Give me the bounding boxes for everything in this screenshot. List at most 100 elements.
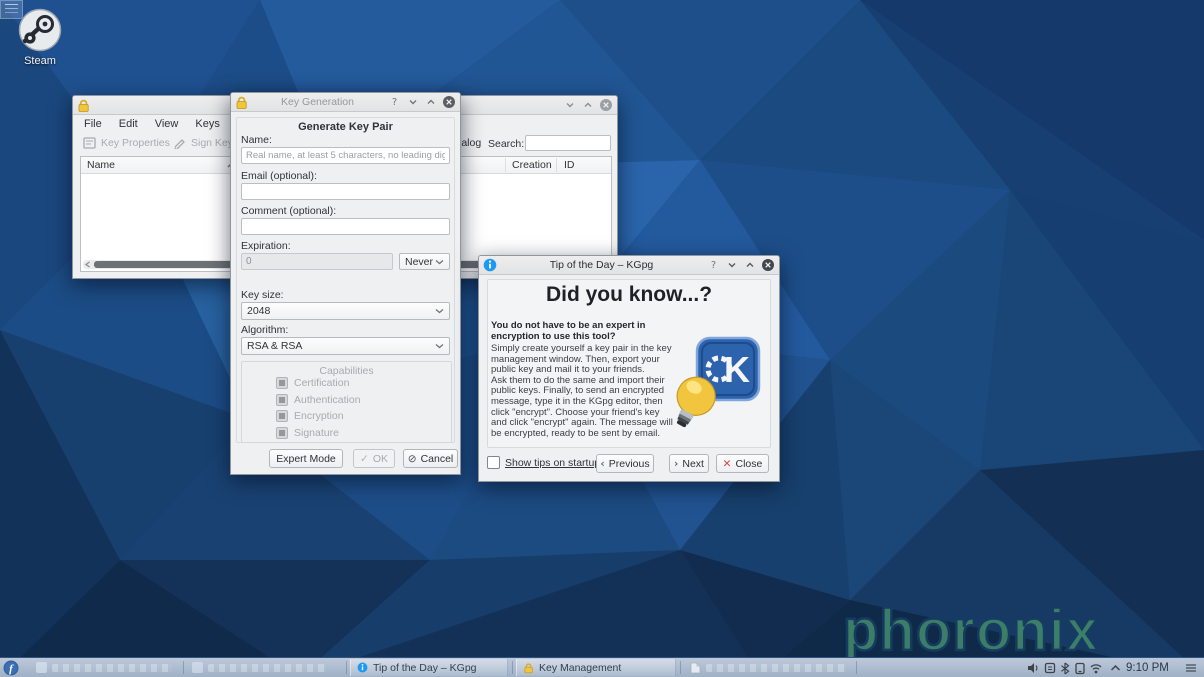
column-creation[interactable]: Creation: [512, 159, 552, 171]
key-size-value: 2048: [247, 305, 270, 317]
fedora-logo-icon: f: [3, 660, 19, 676]
ok-button[interactable]: ✓ OK: [353, 449, 395, 468]
bluetooth-icon[interactable]: [1058, 661, 1072, 675]
taskbar-task-minimized-2[interactable]: [186, 659, 332, 676]
algorithm-value: RSA & RSA: [247, 340, 302, 352]
previous-button[interactable]: ‹ Previous: [596, 454, 654, 473]
authentication-checkbox: [276, 394, 288, 406]
email-input[interactable]: [241, 183, 450, 200]
chevron-right-icon: ›: [674, 458, 678, 470]
dialog-header: Generate Key Pair: [231, 121, 460, 133]
close-button[interactable]: [598, 98, 613, 113]
volume-icon[interactable]: [1026, 661, 1040, 675]
maximize-button[interactable]: [580, 98, 595, 113]
phoronix-watermark: phoronix: [843, 597, 1099, 664]
toolbar-key-properties[interactable]: Key Properties: [83, 137, 170, 149]
taskbar: f Tip of the Day – KGpg Key Manageme: [0, 657, 1204, 677]
window-title: Key Generation: [251, 96, 384, 108]
chevron-down-icon: [435, 259, 444, 265]
panel-toolbox-icon[interactable]: [1184, 661, 1198, 675]
scroll-left-icon[interactable]: [84, 261, 92, 268]
clock[interactable]: 9:10 PM: [1126, 662, 1169, 674]
minimize-button[interactable]: [562, 98, 577, 113]
lock-icon: [235, 95, 248, 110]
certification-label: Certification: [294, 377, 349, 389]
key-generation-titlebar[interactable]: Key Generation ?: [231, 93, 460, 112]
info-icon: [483, 258, 497, 272]
minimize-button[interactable]: [724, 258, 739, 273]
email-label: Email (optional):: [241, 170, 317, 182]
device-notifier-icon[interactable]: [1073, 661, 1087, 675]
menu-view[interactable]: View: [155, 118, 179, 130]
sign-key-icon: [173, 137, 186, 149]
expiration-value-input[interactable]: [241, 253, 393, 270]
lock-icon: [523, 662, 534, 674]
maximize-button[interactable]: [742, 258, 757, 273]
capabilities-title: Capabilities: [242, 365, 451, 377]
lightbulb-icon: [671, 371, 733, 439]
tip-heading: Did you know...?: [479, 283, 779, 307]
chevron-down-icon: [435, 308, 444, 314]
taskbar-task-tip-of-the-day[interactable]: Tip of the Day – KGpg: [350, 659, 508, 676]
ok-label: OK: [373, 453, 388, 465]
comment-label: Comment (optional):: [241, 205, 336, 217]
maximize-button[interactable]: [423, 95, 438, 110]
certification-checkbox: [276, 377, 288, 389]
menu-edit[interactable]: Edit: [119, 118, 138, 130]
task-label: Key Management: [539, 662, 621, 674]
column-id[interactable]: ID: [564, 159, 575, 171]
lock-icon: [77, 98, 90, 113]
taskbar-task-minimized-3[interactable]: [684, 659, 852, 676]
close-tip-button[interactable]: ✕ Close: [716, 454, 769, 473]
task-icon: [192, 662, 203, 673]
algorithm-select[interactable]: RSA & RSA: [241, 337, 450, 355]
toolbar-sign-key[interactable]: Sign Key: [173, 137, 233, 149]
key-properties-icon: [83, 137, 96, 149]
desktop: phoronix Steam: [0, 0, 1204, 677]
show-tips-label[interactable]: Show tips on startup: [505, 457, 600, 469]
search-input[interactable]: [525, 135, 611, 151]
name-input[interactable]: [241, 147, 450, 164]
taskbar-task-minimized-1[interactable]: [30, 659, 178, 676]
taskbar-task-key-management[interactable]: Key Management: [516, 659, 676, 676]
comment-input[interactable]: [241, 218, 450, 235]
expert-mode-button[interactable]: Expert Mode: [269, 449, 343, 468]
network-icon[interactable]: [1089, 661, 1103, 675]
encryption-label: Encryption: [294, 410, 344, 422]
chevron-down-icon: [435, 343, 444, 349]
klipper-icon[interactable]: [1043, 661, 1057, 675]
application-launcher[interactable]: f: [3, 660, 19, 676]
document-icon: [690, 662, 701, 674]
info-icon: [357, 662, 368, 673]
column-name[interactable]: Name: [87, 159, 115, 171]
cancel-button[interactable]: ⊘ Cancel: [403, 449, 458, 468]
chevron-up-icon: [583, 100, 593, 110]
help-button[interactable]: ?: [387, 95, 402, 110]
next-button[interactable]: › Next: [669, 454, 709, 473]
close-icon: [761, 258, 775, 272]
close-button[interactable]: [760, 258, 775, 273]
expiration-unit-value: Never: [405, 256, 433, 268]
encryption-checkbox: [276, 410, 288, 422]
next-label: Next: [682, 458, 704, 470]
signature-checkbox: [276, 427, 288, 439]
previous-label: Previous: [609, 458, 650, 470]
minimize-button[interactable]: [405, 95, 420, 110]
authentication-label: Authentication: [294, 394, 361, 406]
menu-file[interactable]: File: [84, 118, 102, 130]
key-size-select[interactable]: 2048: [241, 302, 450, 320]
close-icon: [442, 95, 456, 109]
close-button[interactable]: [441, 95, 456, 110]
cancel-icon: ⊘: [408, 453, 417, 465]
expiration-unit-select[interactable]: Never: [399, 253, 450, 270]
show-tips-checkbox[interactable]: [487, 456, 500, 469]
menu-keys[interactable]: Keys: [195, 118, 219, 130]
toolbar-key-properties-label: Key Properties: [101, 137, 170, 149]
help-button[interactable]: ?: [706, 258, 721, 273]
tip-titlebar[interactable]: Tip of the Day – KGpg ?: [479, 256, 779, 275]
algorithm-label: Algorithm:: [241, 324, 288, 336]
expand-tray-icon[interactable]: [1108, 661, 1122, 675]
steam-shortcut[interactable]: Steam: [14, 8, 66, 67]
window-title: Tip of the Day – KGpg: [500, 259, 703, 271]
chevron-down-icon: [565, 100, 575, 110]
